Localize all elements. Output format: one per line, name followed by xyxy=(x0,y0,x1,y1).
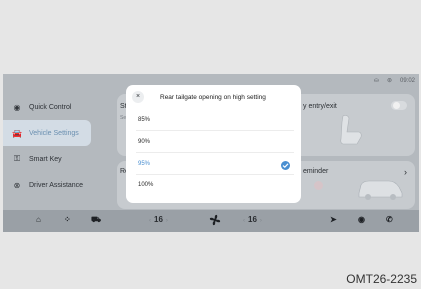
sidebar-item-driver-assistance[interactable]: ⊗ Driver Assistance xyxy=(3,172,91,198)
media-icon[interactable]: ◉ xyxy=(358,215,365,224)
seat-icon xyxy=(340,115,362,145)
divider xyxy=(136,174,294,175)
status-time: 09:02 xyxy=(399,78,415,84)
quick-control-icon: ◉ xyxy=(13,102,21,112)
car-image xyxy=(358,180,403,200)
temp-down-icon[interactable]: ‹ xyxy=(149,218,151,224)
profile-icon: ⛀ xyxy=(373,78,379,84)
status-bar: ⛀ ⊛ 09:02 xyxy=(374,77,415,85)
sidebar-item-label: Smart Key xyxy=(29,155,62,163)
sidebar-item-label: Driver Assistance xyxy=(29,181,84,189)
bottom-bar: ⌂ ⁘ ⛟ ‹ 16 › ‹ 16 › ➤ ◉ ✆ xyxy=(3,210,419,232)
sidebar-item-smart-key[interactable]: ⚿ Smart Key xyxy=(3,146,91,172)
phone-icon[interactable]: ✆ xyxy=(386,215,393,224)
option-95[interactable]: 95% xyxy=(138,161,150,167)
right-temperature[interactable]: ‹ 16 › xyxy=(243,215,262,224)
card-label-right: eminder xyxy=(303,168,329,175)
sidebar-item-label: Vehicle Settings xyxy=(29,129,79,137)
car-icon: 🚘 xyxy=(12,128,22,138)
right-temp-value: 16 xyxy=(248,215,257,224)
sidebar: ◉ Quick Control 🚘 Vehicle Settings ⚿ Sma… xyxy=(3,94,91,198)
easy-entry-toggle[interactable] xyxy=(391,101,407,110)
option-100[interactable]: 100% xyxy=(138,182,153,188)
card-label-right: y entry/exit xyxy=(303,103,337,110)
close-button[interactable]: × xyxy=(132,91,144,103)
temp-down-icon[interactable]: ‹ xyxy=(243,218,245,224)
fan-icon[interactable] xyxy=(208,213,222,227)
divider xyxy=(136,152,294,153)
apps-grid-icon[interactable]: ⁘ xyxy=(64,215,71,224)
car-mode-icon[interactable]: ⛟ xyxy=(91,215,101,225)
signal-icon: ⊛ xyxy=(386,78,392,84)
home-icon[interactable]: ⌂ xyxy=(36,215,41,224)
option-85[interactable]: 85% xyxy=(138,117,150,123)
steering-icon: ⊗ xyxy=(13,180,21,190)
sidebar-item-label: Quick Control xyxy=(29,103,72,111)
dialog-title: Rear tailgate opening on high setting xyxy=(160,94,266,101)
key-icon: ⚿ xyxy=(13,154,21,163)
temp-up-icon[interactable]: › xyxy=(260,218,262,224)
left-temp-value: 16 xyxy=(154,215,163,224)
left-temperature[interactable]: ‹ 16 › xyxy=(149,215,168,224)
divider xyxy=(136,130,294,131)
option-90[interactable]: 90% xyxy=(138,139,150,145)
navigation-arrow-icon[interactable]: ➤ xyxy=(330,215,337,224)
temp-up-icon[interactable]: › xyxy=(166,218,168,224)
checkmark-icon xyxy=(281,161,290,170)
sidebar-item-vehicle-settings[interactable]: 🚘 Vehicle Settings xyxy=(3,120,91,146)
figure-caption: OMT26-2235 xyxy=(346,272,417,286)
sidebar-item-quick-control[interactable]: ◉ Quick Control xyxy=(3,94,91,120)
tailgate-height-dialog: × Rear tailgate opening on high setting … xyxy=(126,85,301,203)
alert-dot-icon xyxy=(314,181,323,190)
